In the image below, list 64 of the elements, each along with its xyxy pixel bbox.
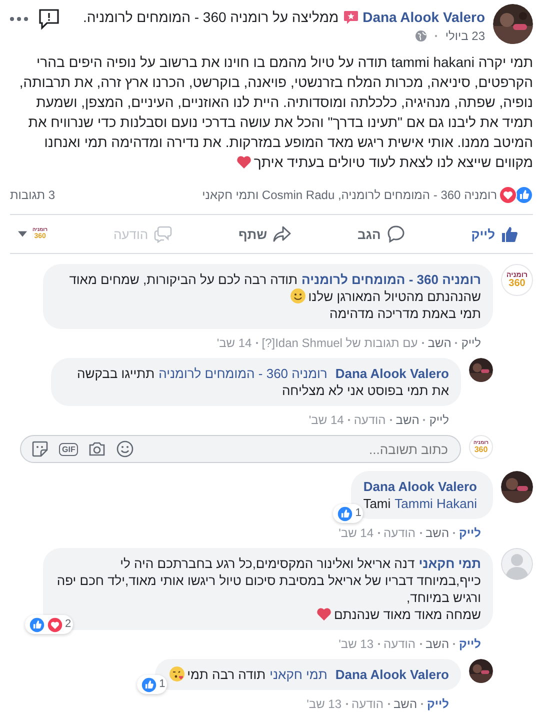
like-link[interactable]: לייק <box>461 336 481 350</box>
more-icon[interactable] <box>10 17 28 21</box>
replies-info[interactable]: עם תגובות של Idan Shmuel[?] <box>262 336 418 350</box>
recommendation-text: ממליצה על רומניה 360 - המומחים לרומניה. <box>83 9 339 25</box>
author-name[interactable]: Dana Alook Valero <box>335 366 449 381</box>
reaction-count[interactable]: 1 <box>333 504 364 523</box>
comment-text: רומניה 360 - המומחים לרומניה תודה רבה לכם על הביקורות, שמחים מאוד שהנהנתם מהטיול המאורגן שלנו תמי באמת מדריכה מדהימה <box>68 271 481 322</box>
mention-link[interactable]: Tammi Hakani <box>394 496 477 511</box>
emoji-icon[interactable] <box>116 440 134 458</box>
reply-link[interactable]: השב <box>428 336 452 350</box>
speech-bubble-icon <box>386 225 405 243</box>
reaction-names[interactable]: רומניה 360 - המומחים לרומניה, Cosmin Radu ותמי חקאני <box>59 188 497 202</box>
thumbs-up-icon <box>501 225 519 243</box>
reaction-count[interactable]: 1 <box>137 675 168 694</box>
like-button[interactable]: לייק <box>467 219 523 249</box>
recommend-icon <box>342 9 359 25</box>
author-name[interactable]: Dana Alook Valero <box>363 479 477 494</box>
report-icon[interactable] <box>38 8 60 30</box>
like-icon <box>29 616 45 632</box>
like-icon <box>141 676 158 692</box>
kiss-emoji-icon <box>169 666 186 682</box>
author-name[interactable]: Dana Alook Valero <box>335 667 449 682</box>
comment-time[interactable]: 14 שב' <box>216 336 252 350</box>
comment-time[interactable]: 13 שב' <box>338 637 374 651</box>
comment-time[interactable]: 14 שב' <box>338 526 374 540</box>
sticker-icon[interactable] <box>31 440 49 458</box>
like-link[interactable]: לייק <box>459 637 481 651</box>
reply-link[interactable]: השב <box>394 697 418 711</box>
share-icon <box>273 225 292 243</box>
reply-link[interactable]: השב <box>396 413 420 427</box>
like-icon <box>337 506 354 522</box>
globe-icon <box>415 30 428 42</box>
reaction-count[interactable]: 2 <box>25 615 74 634</box>
message-link[interactable]: הודעה <box>384 526 416 540</box>
like-icon[interactable] <box>515 186 533 204</box>
like-link[interactable]: לייק <box>429 413 449 427</box>
share-button[interactable]: שתף <box>234 219 296 249</box>
chat-icon <box>154 225 172 243</box>
comment-count[interactable]: 3 תגובות <box>10 188 56 202</box>
comment-time[interactable]: 13 שב' <box>306 697 342 711</box>
comment-time[interactable]: 14 שב' <box>308 413 344 427</box>
author-name[interactable]: Dana Alook Valero <box>362 9 485 25</box>
gif-button[interactable]: GIF <box>59 442 78 456</box>
post-text: תמי יקרה tammi hakani תודה על טיול מהמם בו חוינו את ברשוב על נופיה היפים בהרי הקרפטים, סיניאה, מכרות המלח בזרנשטי, פויאנה, בוקרשט, הכרנו ארץ זרה, את תרבותה, נופיה, שפתה, מנהיגיה, כלכלתה ומוסדותיה. היית לנו האוזניים, העיניים, המצפן, ושמעת תמיד את ליבנו גם אם "תעינו בדרך" והכל את עושה בדרכי נועם וסבלנות כדי שנרוויח את המיטב ממנו. אותי אישית ריגש מאד המופע במזרקות. את נדירה ומדהימה תמי ואנחנו מקווים שייצא לנו לצאת לעוד טיולים בעתיד איתך <box>18 53 533 172</box>
author-name[interactable]: תמי חקאני <box>418 556 481 571</box>
like-link[interactable]: לייק <box>459 526 481 540</box>
caret-icon <box>18 231 28 237</box>
camera-icon[interactable] <box>88 440 106 458</box>
comment-text: Dana Alook Valero Tami Tammi Hakani <box>363 478 478 512</box>
avatar-icon <box>501 548 533 580</box>
like-link[interactable]: לייק <box>427 697 449 711</box>
mention-link[interactable]: תמי חקאני <box>270 667 328 682</box>
message-link[interactable]: הודעה <box>384 637 416 651</box>
message-link[interactable]: הודעה <box>352 697 384 711</box>
smiley-icon <box>290 288 306 304</box>
comment-button[interactable]: הגב <box>353 219 409 249</box>
author-name[interactable]: רומניה 360 - המומחים לרומניה <box>302 272 481 287</box>
reply-link[interactable]: השב <box>426 526 450 540</box>
message-link[interactable]: הודעה <box>354 413 386 427</box>
mention-link[interactable]: רומניה 360 - המומחים לרומניה <box>158 366 328 381</box>
heart-icon <box>316 606 332 622</box>
reply-link[interactable]: השב <box>426 637 450 651</box>
post-date[interactable]: 23 ביולי <box>445 29 485 43</box>
heart-icon <box>236 154 252 170</box>
